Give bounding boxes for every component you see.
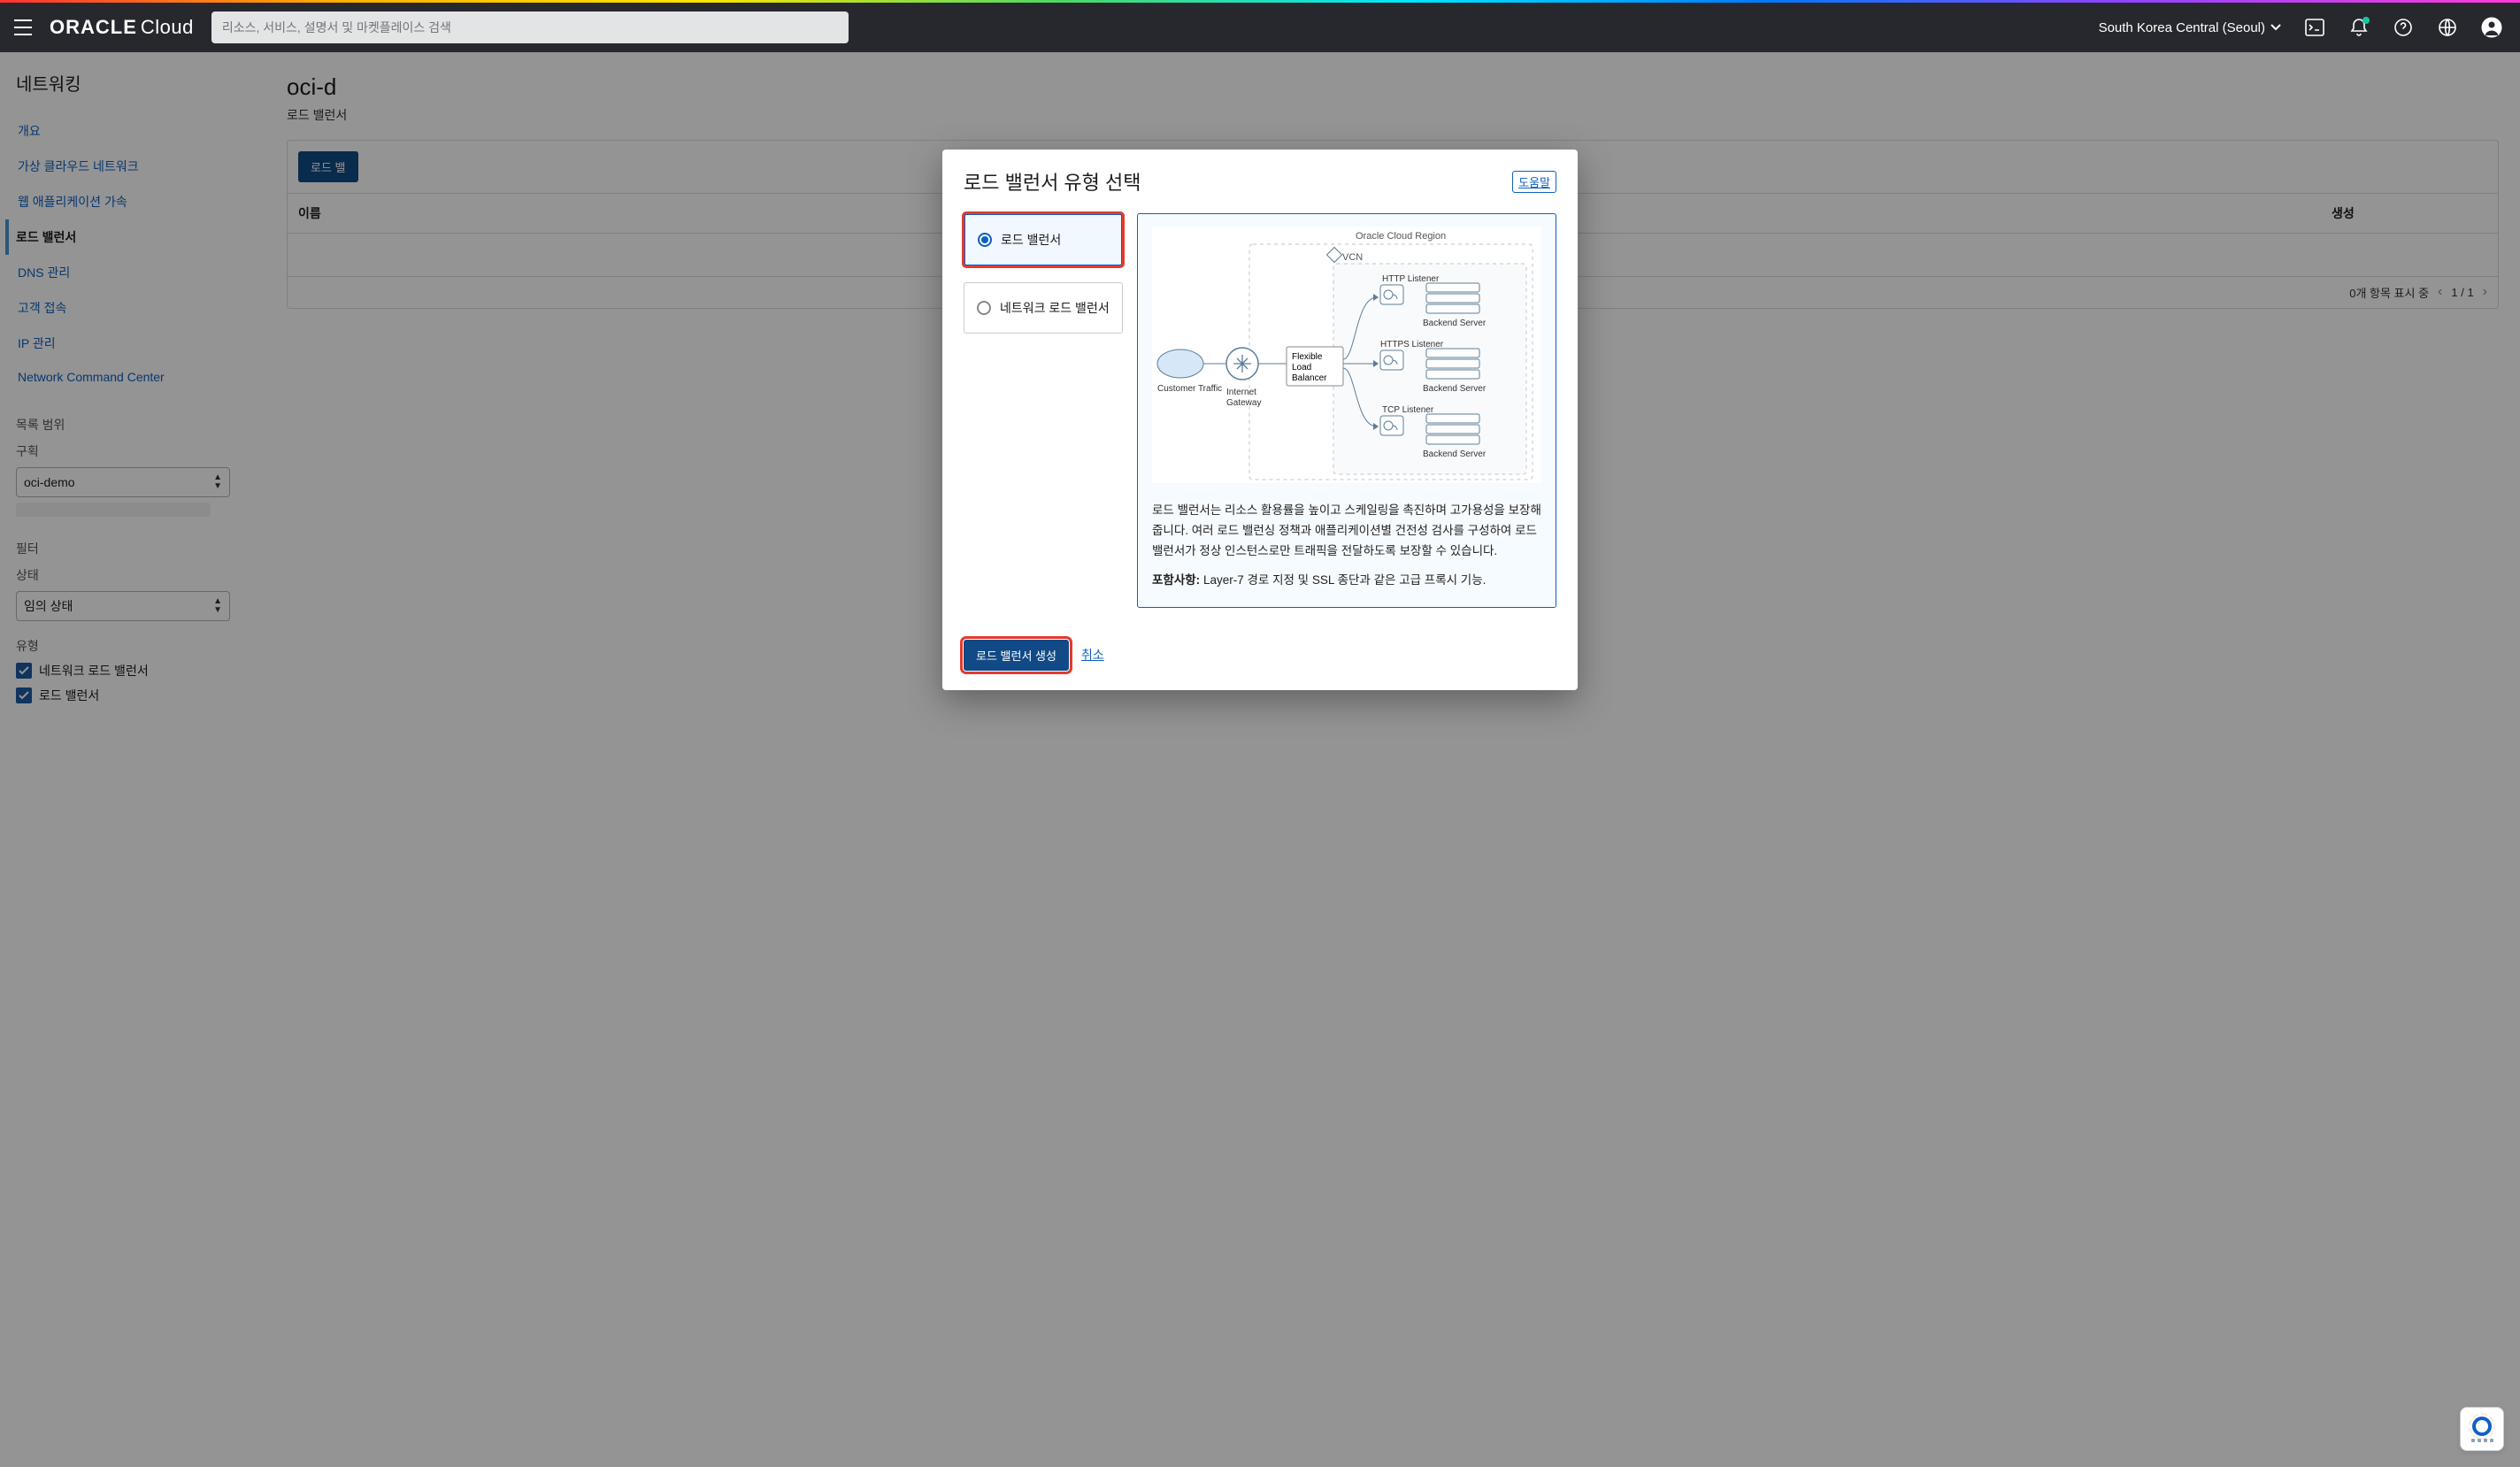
svg-text:Customer Traffic: Customer Traffic [1157,384,1222,394]
global-search[interactable] [211,12,849,43]
option-column: 로드 밸런서 네트워크 로드 밸런서 [964,213,1123,608]
cancel-link[interactable]: 취소 [1081,646,1104,664]
user-circle-icon [2481,17,2502,38]
modal-help-link[interactable]: 도움말 [1512,171,1556,193]
option-load-balancer[interactable]: 로드 밸런서 [964,213,1123,266]
option-nlb-label: 네트워크 로드 밸런서 [1000,299,1110,317]
region-selector[interactable]: South Korea Central (Seoul) [2092,20,2288,35]
help-fab[interactable] [2460,1407,2504,1451]
create-lb-button[interactable]: 로드 밸런서 생성 [964,640,1069,671]
modal-title: 로드 밸런서 유형 선택 [964,167,1141,196]
svg-text:Backend Server: Backend Server [1423,449,1487,459]
svg-text:Gateway: Gateway [1226,398,1261,408]
modal-header: 로드 밸런서 유형 선택 도움말 [942,150,1578,210]
help-button[interactable] [2386,10,2421,45]
dev-tools-button[interactable] [2297,10,2332,45]
modal-footer: 로드 밸런서 생성 취소 [942,626,1578,690]
search-input[interactable] [222,20,838,35]
option-detail-panel: Oracle Cloud Region VCN Customer Traffic… [1137,213,1556,608]
brand-logo[interactable]: ORACLE Cloud [50,16,194,39]
hamburger-icon [13,19,33,35]
brand-light: Cloud [141,16,194,39]
option-description: 로드 밸런서는 리소스 활용률을 높이고 스케일링을 촉진하며 고가용성을 보장… [1152,501,1541,562]
globe-icon [2438,18,2457,37]
radio-selected-icon [978,233,992,247]
chevron-down-icon [2270,24,2281,31]
svg-text:Backend Server: Backend Server [1423,319,1487,328]
svg-text:HTTPS Listener: HTTPS Listener [1380,340,1444,349]
svg-text:Flexible: Flexible [1292,352,1323,362]
notification-indicator [2362,17,2370,24]
option-lb-label: 로드 밸런서 [1001,231,1061,249]
profile-button[interactable] [2474,10,2509,45]
svg-text:Internet: Internet [1226,388,1256,397]
brand-bold: ORACLE [50,16,137,39]
app-header: ORACLE Cloud South Korea Central (Seoul) [0,3,2520,52]
svg-text:TCP Listener: TCP Listener [1382,405,1434,415]
region-label: South Korea Central (Seoul) [2099,20,2265,35]
modal-overlay[interactable]: 로드 밸런서 유형 선택 도움말 로드 밸런서 네트워크 로드 밸런서 [0,52,2520,1467]
code-terminal-icon [2305,19,2324,36]
nav-menu-button[interactable] [5,10,41,45]
option-network-load-balancer[interactable]: 네트워크 로드 밸런서 [964,282,1123,334]
svg-text:HTTP Listener: HTTP Listener [1382,274,1440,284]
lifebuoy-icon [2472,1417,2492,1436]
help-circle-icon [2393,18,2413,37]
lb-architecture-diagram: Oracle Cloud Region VCN Customer Traffic… [1152,227,1541,483]
lb-type-modal: 로드 밸런서 유형 선택 도움말 로드 밸런서 네트워크 로드 밸런서 [942,150,1578,690]
svg-text:Load: Load [1292,363,1311,373]
svg-text:Balancer: Balancer [1292,373,1327,383]
option-includes: 포함사항: Layer-7 경로 지정 및 SSL 종단과 같은 고급 프록시 … [1152,571,1541,591]
notifications-button[interactable] [2341,10,2377,45]
language-button[interactable] [2430,10,2465,45]
svg-text:Backend Server: Backend Server [1423,384,1487,394]
svg-text:Oracle Cloud Region: Oracle Cloud Region [1356,231,1446,242]
svg-text:VCN: VCN [1342,252,1363,263]
radio-unselected-icon [977,301,991,315]
